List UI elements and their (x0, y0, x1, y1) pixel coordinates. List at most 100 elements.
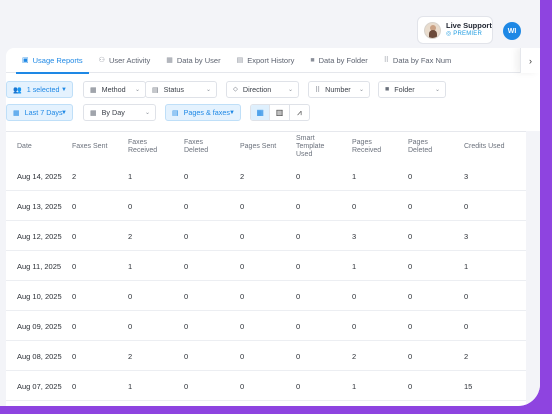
user-avatar[interactable]: WI (503, 22, 521, 40)
premier-label: ◎ PREMIER (446, 31, 483, 37)
value-cell: 1 (352, 261, 357, 271)
value-cell: 0 (240, 351, 245, 361)
method-filter-label: Method (101, 85, 126, 94)
chevron-down-icon: ▼ (229, 109, 235, 116)
date-cell: Aug 07, 2025 (17, 381, 62, 391)
live-support-button[interactable]: Live Support ◎ PREMIER (417, 16, 493, 44)
value-cell: 0 (184, 381, 189, 391)
value-cell: 0 (184, 351, 189, 361)
chevron-down-icon: ⌄ (287, 87, 293, 93)
value-cell: 2 (464, 351, 469, 361)
value-cell: 0 (72, 291, 77, 301)
value-cell: 0 (296, 351, 301, 361)
line-chart-icon: ⩘ (297, 107, 302, 117)
value-cell: 0 (240, 381, 245, 391)
value-cell: 0 (240, 201, 245, 211)
folder-filter[interactable]: ■ Folder ⌄ (378, 81, 446, 98)
table-row[interactable]: Aug 13, 2025 0 0 0 0 0 0 0 0 (6, 191, 540, 221)
value-cell: 0 (408, 321, 413, 331)
value-cell: 1 (352, 171, 357, 181)
value-cell: 3 (352, 231, 357, 241)
column-header[interactable]: Faxes Sent (72, 132, 107, 162)
value-cell: 2 (72, 171, 77, 181)
column-header[interactable]: Pages Received (352, 132, 392, 162)
chevron-down-icon: ▼ (61, 109, 67, 116)
tab-data-by-folder[interactable]: ■ Data by Folder (302, 48, 375, 73)
direction-icon: ⬦ (233, 85, 238, 93)
folder-icon: ■ (310, 56, 315, 64)
tab-user-activity[interactable]: ⚇ User Activity (91, 48, 159, 73)
status-filter[interactable]: ▤ Status ⌄ (145, 81, 217, 98)
value-cell: 0 (296, 201, 301, 211)
table-icon: ▦ (256, 108, 264, 117)
metric-filter[interactable]: ▤ Pages & faxes ▼ (165, 104, 241, 121)
tab-usage-reports[interactable]: ▣ Usage Reports (14, 48, 91, 74)
column-header[interactable]: Pages Sent (240, 132, 276, 162)
report-tabs: ▣ Usage Reports ⚇ User Activity ▦ Data by U… (6, 48, 540, 74)
bar-chart-view-button[interactable]: ▥ (270, 105, 290, 120)
chevron-down-icon: ▼ (61, 86, 67, 93)
table-row[interactable]: Aug 12, 2025 0 2 0 0 0 3 0 3 (6, 221, 540, 251)
value-cell: 1 (128, 261, 133, 271)
tab-label: User Activity (108, 55, 151, 65)
value-cell: 0 (408, 291, 413, 301)
reports-card: ▣ Usage Reports ⚇ User Activity ▦ Data by U… (6, 48, 540, 406)
value-cell: 0 (408, 381, 413, 391)
line-chart-view-button[interactable]: ⩘ (290, 105, 309, 120)
users-filter[interactable]: 👥 1 selected ▼ (6, 81, 73, 98)
table-row[interactable]: Aug 08, 2025 0 2 0 0 0 2 0 2 (6, 341, 540, 371)
tab-data-by-fax-number[interactable]: ⠿ Data by Fax Num (376, 48, 460, 73)
granularity-filter[interactable]: ▦ By Day ⌄ (83, 104, 156, 121)
value-cell: 0 (184, 261, 189, 271)
value-cell: 1 (128, 381, 133, 391)
tab-label: Data by Folder (318, 55, 368, 65)
column-header[interactable]: Smart Template Used (296, 132, 336, 162)
chevron-down-icon: ⌄ (205, 87, 211, 93)
date-cell: Aug 11, 2025 (17, 261, 62, 271)
calendar-icon: ▦ (90, 109, 97, 117)
export-history-icon: ▤ (236, 57, 244, 64)
tab-data-by-user[interactable]: ▦ Data by User (158, 48, 228, 73)
chevron-down-icon: ⌄ (434, 87, 440, 93)
date-cell: Aug 13, 2025 (17, 201, 62, 211)
value-cell: 0 (352, 321, 357, 331)
direction-filter[interactable]: ⬦ Direction ⌄ (226, 81, 299, 98)
value-cell: 0 (184, 291, 189, 301)
tabs-scroll-right-button[interactable]: › (520, 48, 540, 73)
method-filter[interactable]: ▦ Method ⌄ (83, 81, 146, 98)
column-header[interactable]: Credits Used (464, 132, 504, 162)
value-cell: 0 (408, 231, 413, 241)
value-cell: 1 (128, 171, 133, 181)
number-filter-label: Number (325, 85, 351, 94)
table-row[interactable]: Aug 14, 2025 2 1 0 2 0 1 0 3 (6, 161, 540, 191)
tab-label: Data by Fax Num (392, 55, 452, 65)
metric-filter-label: Pages & faxes (183, 108, 230, 117)
usage-report-icon: ▣ (22, 57, 29, 64)
period-filter[interactable]: ▦ Last 7 Days ▼ (6, 104, 73, 121)
value-cell: 0 (128, 321, 133, 331)
table-row[interactable]: Aug 10, 2025 0 0 0 0 0 0 0 0 (6, 281, 540, 311)
data-user-icon: ▦ (166, 57, 173, 64)
table-row[interactable]: Aug 07, 2025 0 1 0 0 0 1 0 15 (6, 371, 540, 401)
column-header[interactable]: Pages Deleted (408, 132, 448, 162)
chevron-down-icon: ⌄ (358, 87, 364, 93)
value-cell: 0 (240, 291, 245, 301)
table-row[interactable]: Aug 11, 2025 0 1 0 0 0 1 0 1 (6, 251, 540, 281)
status-filter-label: Status (163, 85, 185, 94)
fax-number-icon: ⠿ (383, 57, 389, 64)
table-row[interactable]: Aug 09, 2025 0 0 0 0 0 0 0 0 (6, 311, 540, 341)
column-header[interactable]: Faxes Received (128, 132, 174, 162)
tab-export-history[interactable]: ▤ Export History (229, 48, 303, 73)
value-cell: 0 (408, 351, 413, 361)
tab-label: Export History (247, 55, 295, 65)
tab-label: Data by User (176, 55, 221, 65)
date-cell: Aug 10, 2025 (17, 291, 62, 301)
number-filter[interactable]: ⠿ Number ⌄ (308, 81, 370, 98)
value-cell: 0 (128, 201, 133, 211)
value-cell: 0 (464, 291, 469, 301)
column-header[interactable]: Faxes Deleted (184, 132, 224, 162)
table-view-button[interactable]: ▦ (251, 105, 271, 120)
column-header[interactable]: Date (17, 132, 32, 162)
number-icon: ⠿ (315, 86, 321, 94)
value-cell: 0 (408, 261, 413, 271)
